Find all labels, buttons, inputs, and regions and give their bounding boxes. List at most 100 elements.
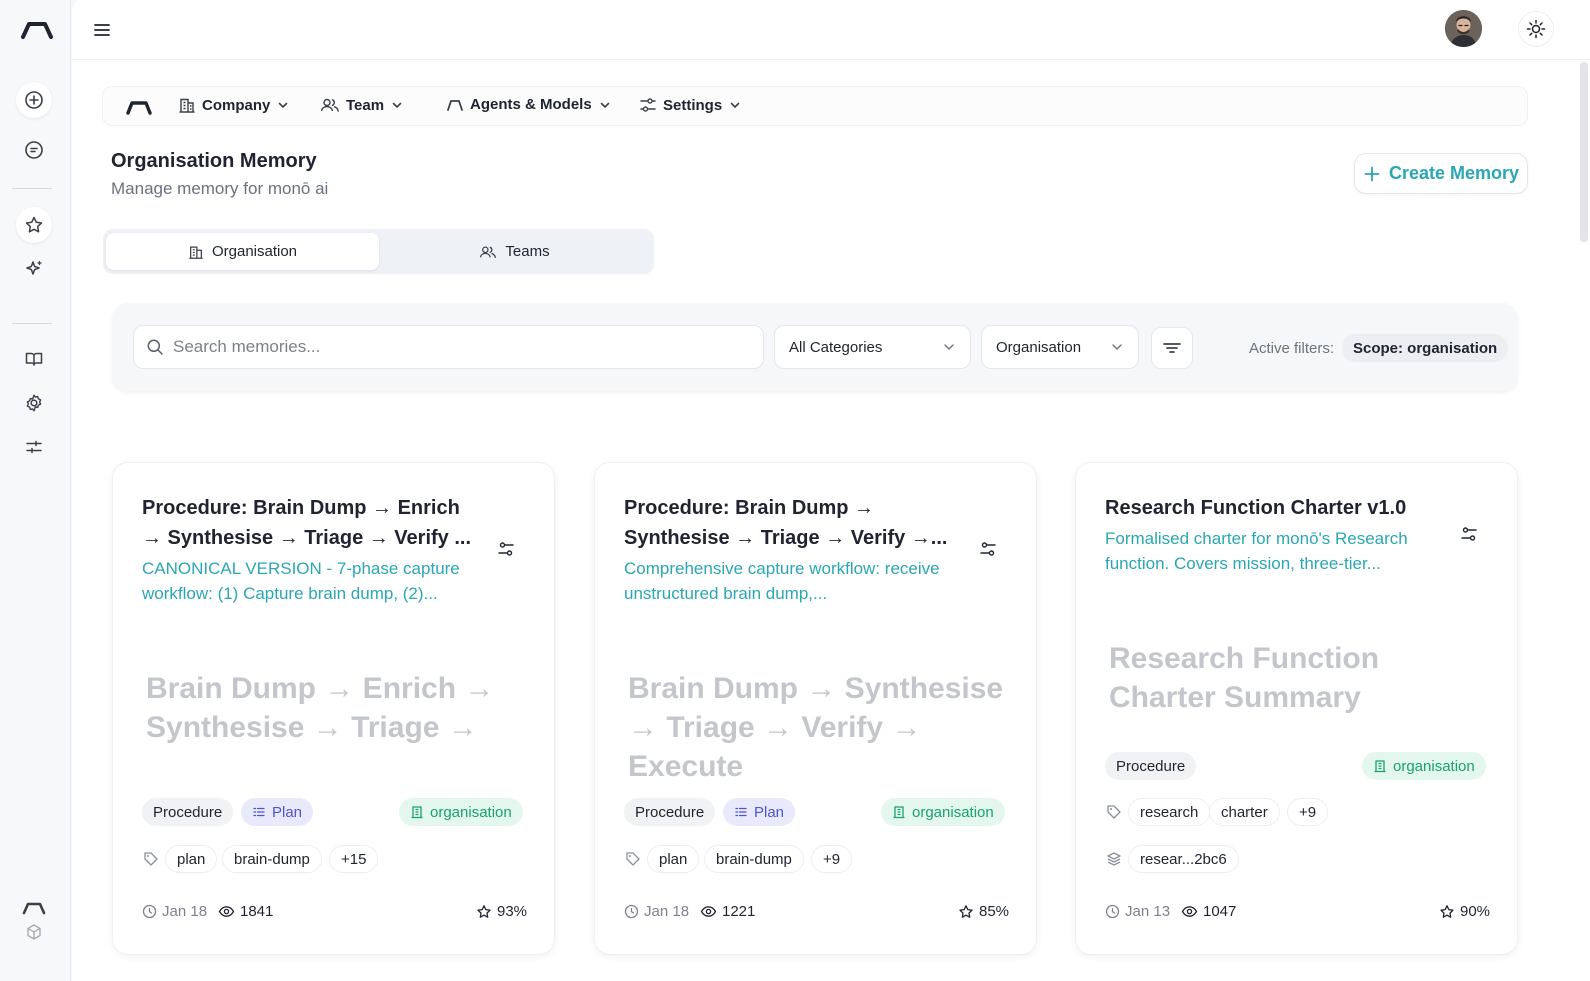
chevron-down-icon — [600, 102, 609, 108]
sun-icon[interactable] — [1518, 11, 1554, 47]
search-icon — [147, 339, 163, 355]
nav-company-label: Company — [202, 96, 271, 114]
advanced-filter-button[interactable] — [1151, 327, 1193, 369]
more-tags-chip[interactable]: +9 — [811, 845, 853, 873]
list-icon — [735, 807, 747, 817]
memory-card[interactable]: Procedure: Brain Dump → Synthesise → Tri… — [594, 462, 1037, 955]
tag-chip[interactable]: brain-dump — [222, 845, 322, 873]
cube-icon[interactable] — [16, 914, 52, 950]
card-score-value: 90% — [1460, 903, 1491, 920]
nav-settings[interactable]: Settings — [639, 96, 742, 114]
card-views: 1047 — [1181, 903, 1236, 920]
tab-organisation[interactable]: Organisation — [106, 233, 379, 270]
settings-toggle-icon[interactable] — [1457, 522, 1481, 546]
building-icon — [1374, 760, 1386, 773]
nav-settings-label: Settings — [663, 96, 723, 114]
new-chat-icon[interactable] — [16, 82, 52, 118]
category-chip: Procedure — [1105, 752, 1197, 780]
users-icon — [480, 245, 497, 258]
tag-chip[interactable]: research — [1128, 798, 1211, 826]
sparkle-icon[interactable] — [16, 251, 52, 287]
hamburger-icon[interactable] — [90, 18, 114, 42]
tag-chip[interactable]: brain-dump — [704, 845, 804, 873]
nav-company[interactable]: Company — [178, 96, 290, 114]
tag-icon — [143, 851, 159, 872]
type-chip-label: Plan — [272, 803, 303, 821]
nav-team[interactable]: Team — [320, 96, 404, 114]
more-tags-chip[interactable]: +9 — [1287, 798, 1329, 826]
card-preview: Research Function Charter Summary — [1109, 642, 1380, 714]
gear-icon[interactable] — [16, 385, 52, 421]
scope-chip-label: organisation — [912, 803, 994, 821]
plus-icon — [1364, 166, 1380, 181]
scope-tabs: Organisation Teams — [103, 229, 654, 274]
filter-lines-icon — [1163, 343, 1181, 353]
chevron-down-icon — [944, 344, 954, 350]
card-description: Formalised charter for monō's Research f… — [1105, 529, 1408, 573]
book-icon[interactable] — [16, 341, 52, 377]
card-title: Procedure: Brain Dump → Synthesise → Tri… — [624, 497, 948, 549]
chevron-down-icon — [392, 102, 402, 109]
active-filters-label: Active filters: — [1249, 340, 1335, 357]
source-chip[interactable]: resear...2bc6 — [1128, 845, 1239, 873]
scope-select[interactable]: Organisation — [981, 325, 1139, 369]
star-icon[interactable] — [16, 207, 52, 243]
scope-select-value: Organisation — [996, 338, 1082, 356]
sliders-icon[interactable] — [16, 429, 52, 465]
card-description: Comprehensive capture workflow: receive … — [624, 559, 940, 603]
nav-agents-models[interactable]: Agents & Models — [446, 96, 612, 113]
layers-icon — [1106, 851, 1122, 872]
scrollbar[interactable] — [1580, 62, 1588, 242]
list-icon — [253, 807, 265, 817]
section-navbar: Company Team Agents & Models Settings — [102, 86, 1528, 126]
tag-chip[interactable]: charter — [1209, 798, 1280, 826]
nav-team-label: Team — [346, 96, 385, 114]
tag-icon — [625, 851, 641, 872]
card-score: 93% — [476, 903, 527, 920]
more-tags-chip[interactable]: +15 — [329, 845, 379, 873]
users-icon — [320, 98, 339, 112]
nav-agents-models-label: Agents & Models — [470, 96, 592, 113]
tab-teams[interactable]: Teams — [378, 233, 651, 270]
search-input[interactable] — [173, 337, 733, 357]
eye-icon — [1181, 906, 1198, 917]
card-score-value: 93% — [497, 903, 528, 920]
agent-icon — [447, 99, 463, 111]
create-memory-button[interactable]: Create Memory — [1354, 153, 1528, 194]
type-chip: Plan — [241, 798, 314, 826]
filter-panel: All Categories Organisation Active filte… — [112, 303, 1518, 391]
tag-chip[interactable]: plan — [647, 845, 700, 873]
star-icon — [1440, 904, 1454, 918]
card-date-value: Jan 18 — [162, 903, 208, 920]
memory-card[interactable]: Research Function Charter v1.0 Formalise… — [1075, 462, 1518, 955]
settings-toggle-icon[interactable] — [494, 537, 518, 561]
logo-icon[interactable] — [125, 97, 153, 122]
settings-toggle-icon[interactable] — [976, 537, 1000, 561]
scope-chip: organisation — [881, 798, 1005, 826]
chat-icon[interactable] — [16, 132, 52, 168]
tag-chip[interactable]: plan — [165, 845, 218, 873]
scope-chip-label: organisation — [430, 803, 512, 821]
card-views-value: 1047 — [1203, 903, 1237, 920]
memory-card[interactable]: Procedure: Brain Dump → Enrich → Synthes… — [112, 462, 555, 955]
logo-icon[interactable] — [19, 12, 55, 48]
active-filter-chip[interactable]: Scope: organisation — [1342, 334, 1509, 362]
building-icon — [411, 806, 423, 819]
scope-chip: organisation — [1362, 752, 1486, 780]
scope-chip: organisation — [399, 798, 523, 826]
create-memory-label: Create Memory — [1388, 163, 1520, 183]
avatar[interactable] — [1445, 10, 1482, 47]
card-preview: Brain Dump → Enrich → Synthesise → Triag… — [146, 672, 495, 744]
building-icon — [893, 806, 905, 819]
tab-organisation-label: Organisation — [211, 243, 298, 260]
chevron-down-icon — [730, 102, 740, 109]
card-preview: Brain Dump → Synthesise → Triage → Verif… — [628, 672, 1004, 783]
card-date: Jan 13 — [1105, 903, 1170, 920]
category-select[interactable]: All Categories — [774, 325, 971, 369]
clock-icon — [142, 904, 157, 919]
chevron-down-icon — [279, 102, 288, 109]
star-icon — [959, 904, 973, 918]
top-bar — [72, 0, 1590, 60]
type-chip-label: Plan — [754, 803, 785, 821]
card-score-value: 85% — [979, 903, 1010, 920]
